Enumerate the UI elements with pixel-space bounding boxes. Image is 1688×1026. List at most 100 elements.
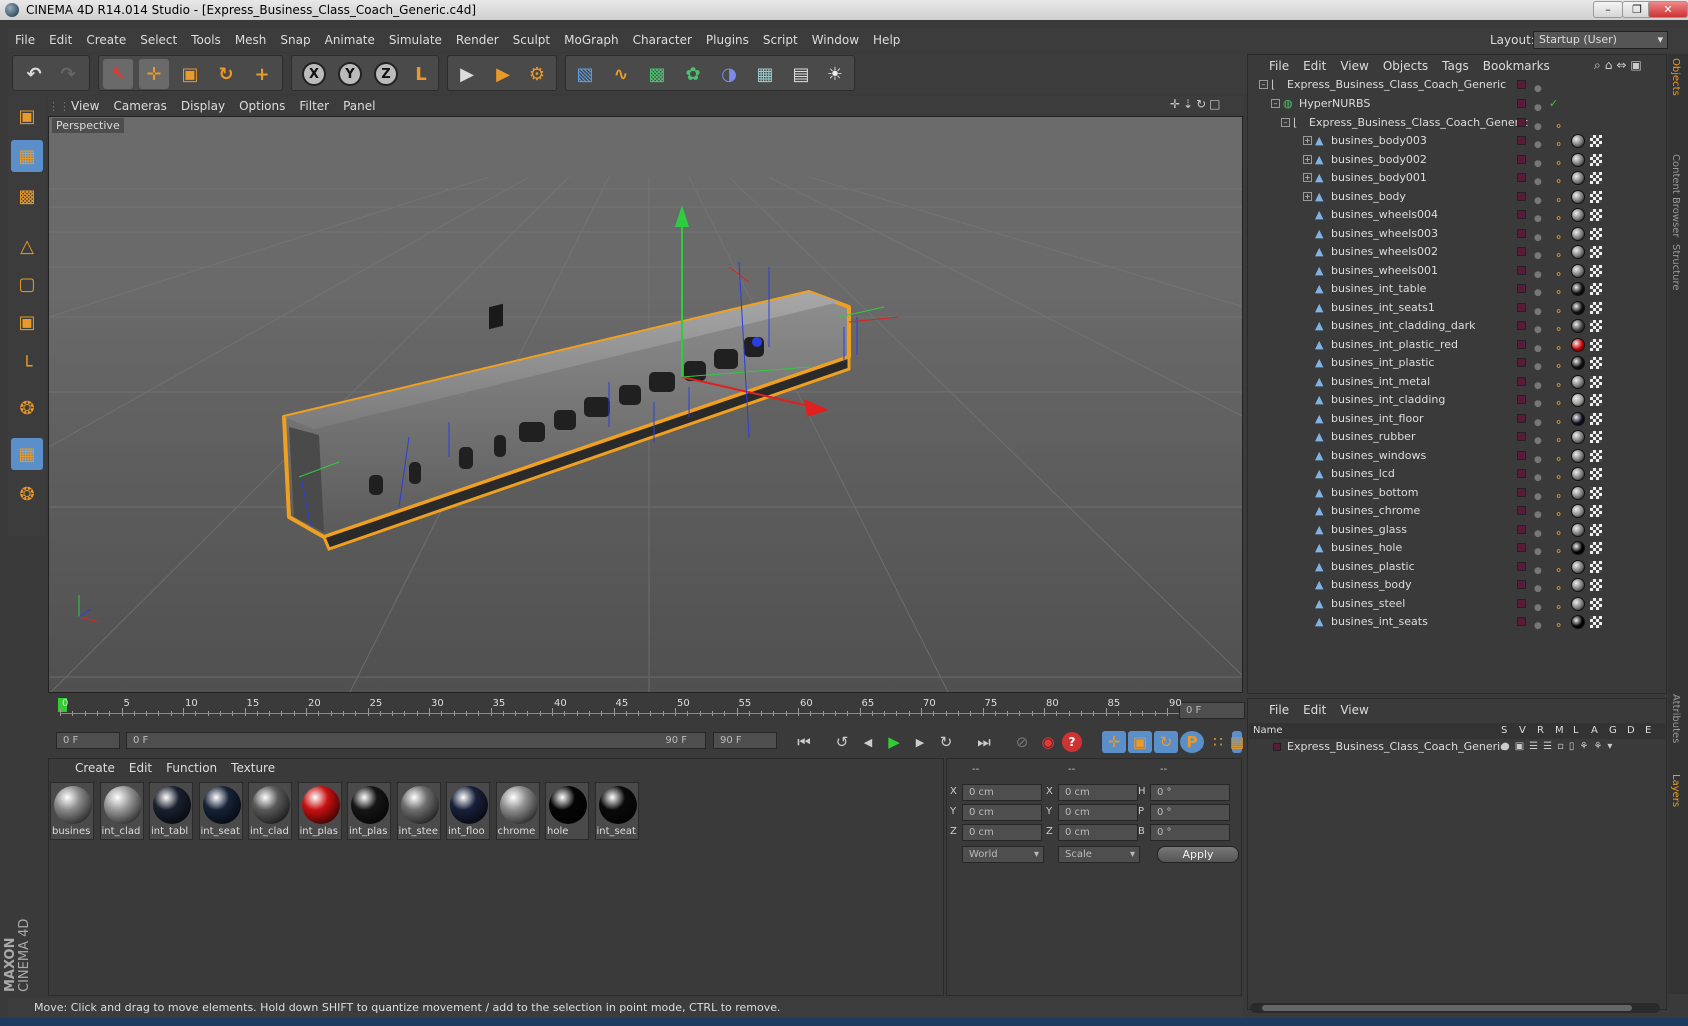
object-row[interactable]: ▲ busines_rubber ● ⚬ <box>1249 427 1665 447</box>
expand-toggle[interactable] <box>1303 562 1312 571</box>
material-menu-edit[interactable]: Edit <box>122 758 159 778</box>
layout-select[interactable]: Startup (User) ▾ <box>1533 31 1668 49</box>
material-tag-icon[interactable] <box>1571 559 1585 574</box>
phong-tag-icon[interactable]: ⚬ <box>1554 450 1564 466</box>
layer-color-swatch[interactable] <box>1517 617 1526 626</box>
expand-toggle[interactable] <box>1303 506 1312 515</box>
menu-render[interactable]: Render <box>449 28 506 52</box>
object-row[interactable]: + ▲ busines_body003 ● ⚬ <box>1249 131 1665 151</box>
expand-toggle[interactable] <box>1303 377 1312 386</box>
uvw-tag-icon[interactable] <box>1590 172 1602 184</box>
material-tag-icon[interactable] <box>1571 411 1585 426</box>
layer-color-swatch[interactable] <box>1517 191 1526 201</box>
timeline-window-button[interactable]: ▤ <box>1230 731 1244 753</box>
deformer-icon[interactable]: ◑ <box>714 59 744 89</box>
object-menu-file[interactable]: File <box>1262 56 1296 76</box>
material-tag-icon[interactable] <box>1571 300 1585 315</box>
viewport-menu-panel[interactable]: Panel <box>336 96 382 116</box>
object-menu-bookmarks[interactable]: Bookmarks <box>1476 56 1557 76</box>
menu-mesh[interactable]: Mesh <box>228 28 274 52</box>
viewport-menu-options[interactable]: Options <box>232 96 292 116</box>
side-tab-content-browser[interactable]: Content Browser <box>1670 154 1681 237</box>
material-swatch[interactable]: int_plas <box>297 782 342 840</box>
menu-animate[interactable]: Animate <box>318 28 382 52</box>
expand-toggle[interactable] <box>1303 340 1312 349</box>
layer-color-swatch[interactable] <box>1517 580 1526 589</box>
mograph-array-icon[interactable]: ✿ <box>678 59 708 89</box>
undo-button[interactable]: ↶ <box>19 59 49 89</box>
side-tab-attributes[interactable]: Attributes <box>1670 694 1681 743</box>
material-tag-icon[interactable] <box>1571 504 1585 518</box>
expand-toggle[interactable] <box>1303 469 1312 478</box>
object-row[interactable]: ▲ busines_steel ● ⚬ <box>1249 594 1665 614</box>
layer-color-swatch[interactable] <box>1517 413 1526 423</box>
phong-tag-icon[interactable]: ⚬ <box>1554 154 1564 170</box>
minimize-button[interactable]: – <box>1593 1 1623 18</box>
material-tag-icon[interactable] <box>1571 226 1585 241</box>
uvw-tag-icon[interactable] <box>1590 616 1602 628</box>
layer-color-swatch[interactable] <box>1517 561 1526 571</box>
axis-mode-icon[interactable]: └ <box>11 350 43 382</box>
expand-toggle[interactable] <box>1303 599 1312 608</box>
viewport-menu-filter[interactable]: Filter <box>292 96 336 116</box>
material-swatch[interactable]: int_seat <box>198 782 243 840</box>
redo-button[interactable]: ↷ <box>53 59 83 89</box>
material-tag-icon[interactable] <box>1571 134 1585 148</box>
layer-column-g[interactable]: G <box>1609 723 1617 739</box>
coord-rot-field[interactable]: 0 ° <box>1150 824 1230 841</box>
help-icon[interactable]: ? <box>1062 732 1082 752</box>
uvw-tag-icon[interactable] <box>1590 394 1602 406</box>
phong-tag-icon[interactable]: ⚬ <box>1554 394 1564 410</box>
material-tag-icon[interactable] <box>1571 356 1585 370</box>
material-swatch[interactable]: int_clad <box>248 782 292 840</box>
material-tag-icon[interactable] <box>1571 393 1585 407</box>
expand-toggle[interactable] <box>1303 266 1312 275</box>
previous-key-button[interactable]: ↺ <box>830 731 854 753</box>
viewport-menu-display[interactable]: Display <box>174 96 232 116</box>
model-mode-icon[interactable]: ▣ <box>11 100 43 132</box>
layer-color-swatch[interactable] <box>1517 247 1526 256</box>
material-tag-icon[interactable] <box>1571 282 1585 296</box>
material-tag-icon[interactable] <box>1571 448 1585 463</box>
layer-color-swatch[interactable] <box>1517 118 1526 127</box>
create-object-button[interactable]: + <box>247 59 277 89</box>
uvw-tag-icon[interactable] <box>1590 486 1602 499</box>
layer-color-swatch[interactable] <box>1517 228 1526 238</box>
object-row[interactable]: – ⌊ Express_Business_Class_Coach_Generic ● ⚬ <box>1249 113 1665 133</box>
coord-size-field[interactable]: 0 cm <box>1058 824 1138 841</box>
material-swatch[interactable]: int_seat <box>594 782 639 840</box>
layer-menu-view[interactable]: View <box>1333 700 1375 720</box>
spline-icon[interactable]: ∿ <box>606 59 636 89</box>
menu-select[interactable]: Select <box>133 28 184 52</box>
expand-toggle[interactable] <box>1303 284 1312 293</box>
material-swatch[interactable]: int_tabl <box>149 782 193 840</box>
render-view-button[interactable]: ▶ <box>452 59 482 89</box>
texture-mode-icon[interactable]: ▦ <box>11 140 43 172</box>
object-menu-tags[interactable]: Tags <box>1435 56 1476 76</box>
phong-tag-icon[interactable]: ⚬ <box>1554 265 1564 281</box>
phong-tag-icon[interactable]: ⚬ <box>1554 209 1564 225</box>
object-row[interactable]: ▲ busines_int_cladding ● ⚬ <box>1249 390 1665 410</box>
layer-color-swatch[interactable] <box>1517 450 1526 460</box>
object-row[interactable]: + ▲ busines_body002 ● ⚬ <box>1249 150 1665 170</box>
go-to-start-button[interactable]: ⏮ <box>792 731 816 753</box>
phong-tag-icon[interactable]: ⚬ <box>1554 376 1564 392</box>
rotate-tool-button[interactable]: ↻ <box>211 59 241 89</box>
edges-mode-icon[interactable]: ▢ <box>11 268 43 300</box>
coord-pos-field[interactable]: 0 cm <box>962 784 1042 801</box>
layer-color-swatch[interactable] <box>1517 154 1526 164</box>
expand-toggle[interactable] <box>1303 432 1312 441</box>
expand-toggle[interactable] <box>1303 488 1312 497</box>
expand-toggle[interactable] <box>1303 247 1312 256</box>
object-row[interactable]: ▲ busines_wheels001 ● ⚬ <box>1249 261 1665 281</box>
menu-file[interactable]: File <box>8 28 42 52</box>
expand-toggle[interactable]: + <box>1303 191 1312 201</box>
coord-size-field[interactable]: 0 cm <box>1058 784 1138 801</box>
material-swatch[interactable]: int_stee <box>396 782 441 840</box>
uvw-tag-icon[interactable] <box>1590 209 1602 221</box>
material-tag-icon[interactable] <box>1571 430 1585 444</box>
record-button[interactable]: ⊘ <box>1010 731 1034 753</box>
camera-icon[interactable]: ▤ <box>786 59 816 89</box>
uvw-tag-icon[interactable] <box>1590 375 1602 388</box>
object-menu-edit[interactable]: Edit <box>1296 56 1333 76</box>
